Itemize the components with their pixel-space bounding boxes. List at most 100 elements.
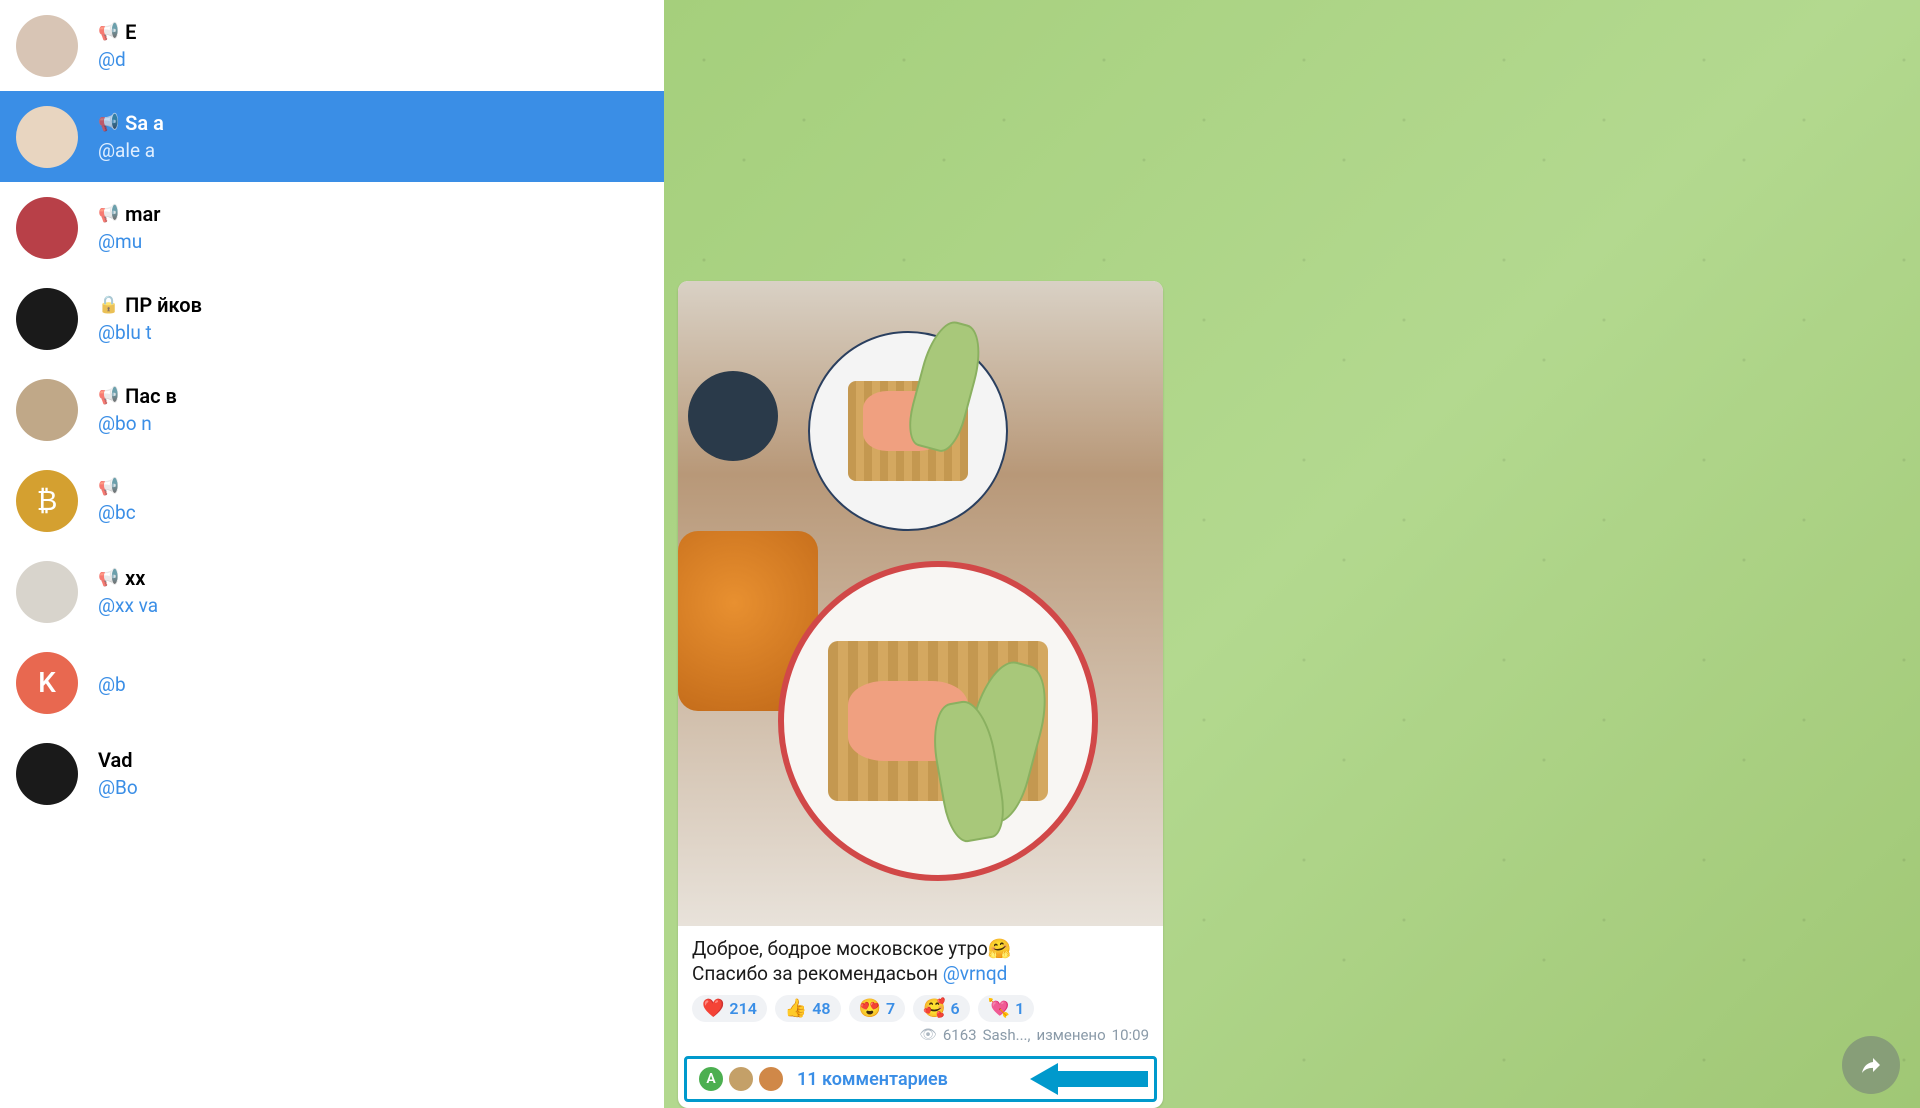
contact-title: 📢 Sa a bbox=[98, 111, 648, 135]
contact-handle: @bo n bbox=[98, 412, 648, 435]
contact-title: 📢 bbox=[98, 477, 648, 497]
contact-item-8[interactable]: Vad @Bo bbox=[0, 728, 664, 819]
post-image[interactable] bbox=[678, 281, 1163, 926]
contact-avatar bbox=[16, 106, 78, 168]
contact-item-4[interactable]: 📢 Пас в @bo n bbox=[0, 364, 664, 455]
megaphone-icon: 📢 bbox=[98, 568, 119, 588]
share-button[interactable] bbox=[1842, 1036, 1900, 1094]
contact-handle: @Bo bbox=[98, 776, 648, 799]
contact-item-5[interactable]: ₿ 📢 @bc bbox=[0, 455, 664, 546]
contact-avatar: K bbox=[16, 652, 78, 714]
reactions-row: ❤️214👍48😍7🥰6💘1 bbox=[692, 995, 1149, 1022]
contact-text: 🔒 ПР йков @blu t bbox=[98, 293, 648, 344]
contact-item-2[interactable]: 📢 mar @mu bbox=[0, 182, 664, 273]
contact-title: 📢E bbox=[98, 20, 648, 44]
contact-title-text: mar bbox=[125, 202, 160, 226]
reaction-3[interactable]: 🥰6 bbox=[913, 995, 970, 1022]
contact-text: 📢 mar @mu bbox=[98, 202, 648, 253]
contact-title: 📢 Пас в bbox=[98, 384, 648, 408]
edited-label: изменено bbox=[1036, 1026, 1105, 1044]
megaphone-icon: 📢 bbox=[98, 113, 119, 133]
post-author: Sash..., bbox=[983, 1026, 1031, 1044]
reaction-count: 214 bbox=[729, 999, 756, 1018]
contact-handle: @blu t bbox=[98, 321, 648, 344]
megaphone-icon: 📢 bbox=[98, 22, 119, 42]
contact-text: 📢E@d bbox=[98, 20, 648, 71]
views-icon: 👁 bbox=[919, 1027, 937, 1043]
reaction-count: 48 bbox=[812, 999, 830, 1018]
contact-avatar bbox=[16, 743, 78, 805]
views-count: 6163 bbox=[943, 1026, 977, 1044]
contacts-sidebar[interactable]: 📢E@d📢Sa a@ale a📢mar@mu🔒ПР йков@blu t📢Пас… bbox=[0, 0, 664, 1108]
contact-text: 📢 @bc bbox=[98, 477, 648, 524]
contact-title-text: E bbox=[125, 20, 136, 44]
contact-item-3[interactable]: 🔒 ПР йков @blu t bbox=[0, 273, 664, 364]
reaction-0[interactable]: ❤️ 214 bbox=[692, 995, 767, 1022]
contact-avatar bbox=[16, 197, 78, 259]
reaction-count: 6 bbox=[951, 999, 960, 1018]
contact-item-0[interactable]: 📢E@d bbox=[0, 0, 664, 91]
contact-title-text: ПР йков bbox=[125, 293, 202, 317]
contact-handle: @bc bbox=[98, 501, 648, 524]
reaction-emoji: 😍 bbox=[859, 998, 881, 1019]
reaction-4[interactable]: 💘1 bbox=[978, 995, 1035, 1022]
comments-bar[interactable]: A 11 комментариев bbox=[684, 1056, 1157, 1102]
contact-title: 📢 mar bbox=[98, 202, 648, 226]
contact-title-text: xx bbox=[125, 566, 145, 590]
chat-area: Доброе, бодрое московское утро🤗 Спасибо … bbox=[664, 0, 1920, 1108]
contact-text: Vad @Bo bbox=[98, 748, 648, 799]
contact-handle: @xx va bbox=[98, 594, 648, 617]
contact-handle: @ale a bbox=[98, 139, 648, 162]
reaction-emoji: 🥰 bbox=[923, 998, 945, 1019]
contact-text: 📢 Sa a @ale a bbox=[98, 111, 648, 162]
contact-text: @b bbox=[98, 669, 648, 696]
hug-emoji: 🤗 bbox=[988, 936, 1012, 962]
channel-post[interactable]: Доброе, бодрое московское утро🤗 Спасибо … bbox=[678, 281, 1163, 1108]
contact-avatar bbox=[16, 561, 78, 623]
post-line1: Доброе, бодрое московское утро bbox=[692, 937, 988, 960]
contact-item-1[interactable]: 📢 Sa a @ale a bbox=[0, 91, 664, 182]
megaphone-icon: 📢 bbox=[98, 386, 119, 406]
post-time: 10:09 bbox=[1112, 1026, 1149, 1044]
comment-avatar-1: A bbox=[697, 1065, 725, 1093]
share-icon bbox=[1859, 1053, 1883, 1077]
chat-column: Доброе, бодрое московское утро🤗 Спасибо … bbox=[678, 0, 1163, 1108]
post-line2: Спасибо за рекомендасьон bbox=[692, 962, 943, 985]
comment-avatar-2 bbox=[727, 1065, 755, 1093]
comment-avatar-3 bbox=[757, 1065, 785, 1093]
image-cup bbox=[688, 371, 778, 461]
contact-title: 📢 xx bbox=[98, 566, 648, 590]
contact-item-7[interactable]: K @b bbox=[0, 637, 664, 728]
contact-item-6[interactable]: 📢 xx @xx va bbox=[0, 546, 664, 637]
post-text: Доброе, бодрое московское утро🤗 Спасибо … bbox=[692, 936, 1149, 987]
contact-text: 📢 Пас в @bo n bbox=[98, 384, 648, 435]
post-body: Доброе, бодрое московское утро🤗 Спасибо … bbox=[678, 926, 1163, 1050]
contact-title: 🔒 ПР йков bbox=[98, 293, 648, 317]
contact-title: Vad bbox=[98, 748, 648, 772]
contact-avatar bbox=[16, 15, 78, 77]
contact-handle: @mu bbox=[98, 230, 648, 253]
comments-label: 11 комментариев bbox=[797, 1069, 948, 1090]
contact-title-text: Пас в bbox=[125, 384, 177, 408]
contact-handle: @b bbox=[98, 673, 648, 696]
reaction-2[interactable]: 😍7 bbox=[849, 995, 906, 1022]
contact-text: 📢 xx @xx va bbox=[98, 566, 648, 617]
megaphone-icon: 📢 bbox=[98, 477, 119, 497]
contact-avatar: ₿ bbox=[16, 470, 78, 532]
contact-avatar bbox=[16, 379, 78, 441]
reaction-count: 1 bbox=[1015, 999, 1024, 1018]
reaction-emoji: 👍 bbox=[785, 998, 807, 1019]
post-meta: 👁 6163 Sash..., изменено 10:09 bbox=[692, 1026, 1149, 1044]
arrow-callout-icon bbox=[1030, 1057, 1150, 1101]
mention-link[interactable]: @vrnqd bbox=[943, 962, 1008, 985]
contact-title-text: Sa a bbox=[125, 111, 164, 135]
lock-icon: 🔒 bbox=[98, 295, 119, 315]
contact-avatar bbox=[16, 288, 78, 350]
reaction-emoji: ❤️ bbox=[702, 998, 724, 1019]
contact-title-text: Vad bbox=[98, 748, 133, 772]
reaction-1[interactable]: 👍 48 bbox=[775, 995, 841, 1022]
reaction-emoji: 💘 bbox=[988, 998, 1010, 1019]
megaphone-icon: 📢 bbox=[98, 204, 119, 224]
reaction-count: 7 bbox=[886, 999, 895, 1018]
contact-handle: @d bbox=[98, 48, 648, 71]
